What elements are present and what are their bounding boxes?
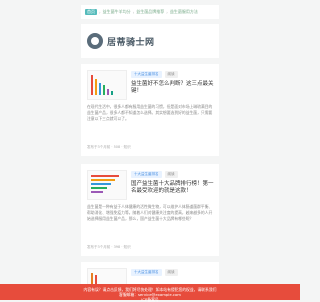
post-title[interactable]: 国产益生菌十大品牌排行榜！第一名最受欢迎的就是这款！ — [131, 181, 215, 195]
category-tag[interactable]: 十大益生菌排名 — [131, 171, 162, 178]
category-tag[interactable]: 十大益生菌排名 — [131, 71, 162, 78]
post-excerpt: 在现代生活中，很多人都有服用益生菌的习惯，但是面对市场上琳琅满目的益生菌产品，很… — [87, 104, 213, 121]
breadcrumb: 首页 › 益生菌牛羊均分 › 益生菌品牌推荐 › 益生菌服用方法 — [81, 5, 219, 19]
breadcrumb-item[interactable]: 益生菌牛羊均分 — [103, 9, 131, 15]
site-logo-icon — [87, 33, 103, 49]
breadcrumb-item[interactable]: 益生菌服用方法 — [170, 9, 198, 15]
breadcrumb-home[interactable]: 首页 — [85, 9, 97, 15]
breadcrumb-separator: › — [99, 9, 101, 15]
breadcrumb-separator: › — [132, 9, 135, 15]
post-thumbnail[interactable] — [87, 70, 127, 100]
post-thumbnail[interactable] — [87, 170, 127, 200]
read-tag[interactable]: 阅读 — [164, 269, 178, 276]
post-card[interactable]: 十大益生菌排名 阅读 国产益生菌十大品牌排行榜！第一名最受欢迎的就是这款！ 益生… — [81, 164, 219, 256]
post-meta: 发布于3个月前 · 398 · 知识 — [87, 245, 131, 249]
site-footer: 内容有误？请点击反馈，我们将尽快处理！如本站有侵犯您的权益，请联系我们 客服邮箱… — [0, 284, 300, 302]
breadcrumb-separator: › — [166, 9, 168, 15]
post-excerpt: 益生菌是一种有益于人体健康的活性微生物，可以维护人体肠道菌群平衡、帮助消化、增强… — [87, 204, 213, 221]
post-meta: 发布于3个月前 · 508 · 知识 — [87, 145, 131, 149]
category-tag[interactable]: 十大益生菌排名 — [131, 269, 162, 276]
site-name[interactable]: 居蒂骑士网 — [107, 35, 155, 48]
read-tag[interactable]: 阅读 — [164, 171, 178, 178]
post-title[interactable]: 益生菌好不怎么判断？这三点最关键！ — [131, 81, 215, 95]
read-tag[interactable]: 阅读 — [164, 71, 178, 78]
site-brand: 居蒂骑士网 — [81, 24, 219, 58]
breadcrumb-item[interactable]: 益生菌品牌推荐 — [136, 9, 164, 15]
post-card[interactable]: 十大益生菌排名 阅读 益生菌好不怎么判断？这三点最关键！ 在现代生活中，很多人都… — [81, 64, 219, 156]
